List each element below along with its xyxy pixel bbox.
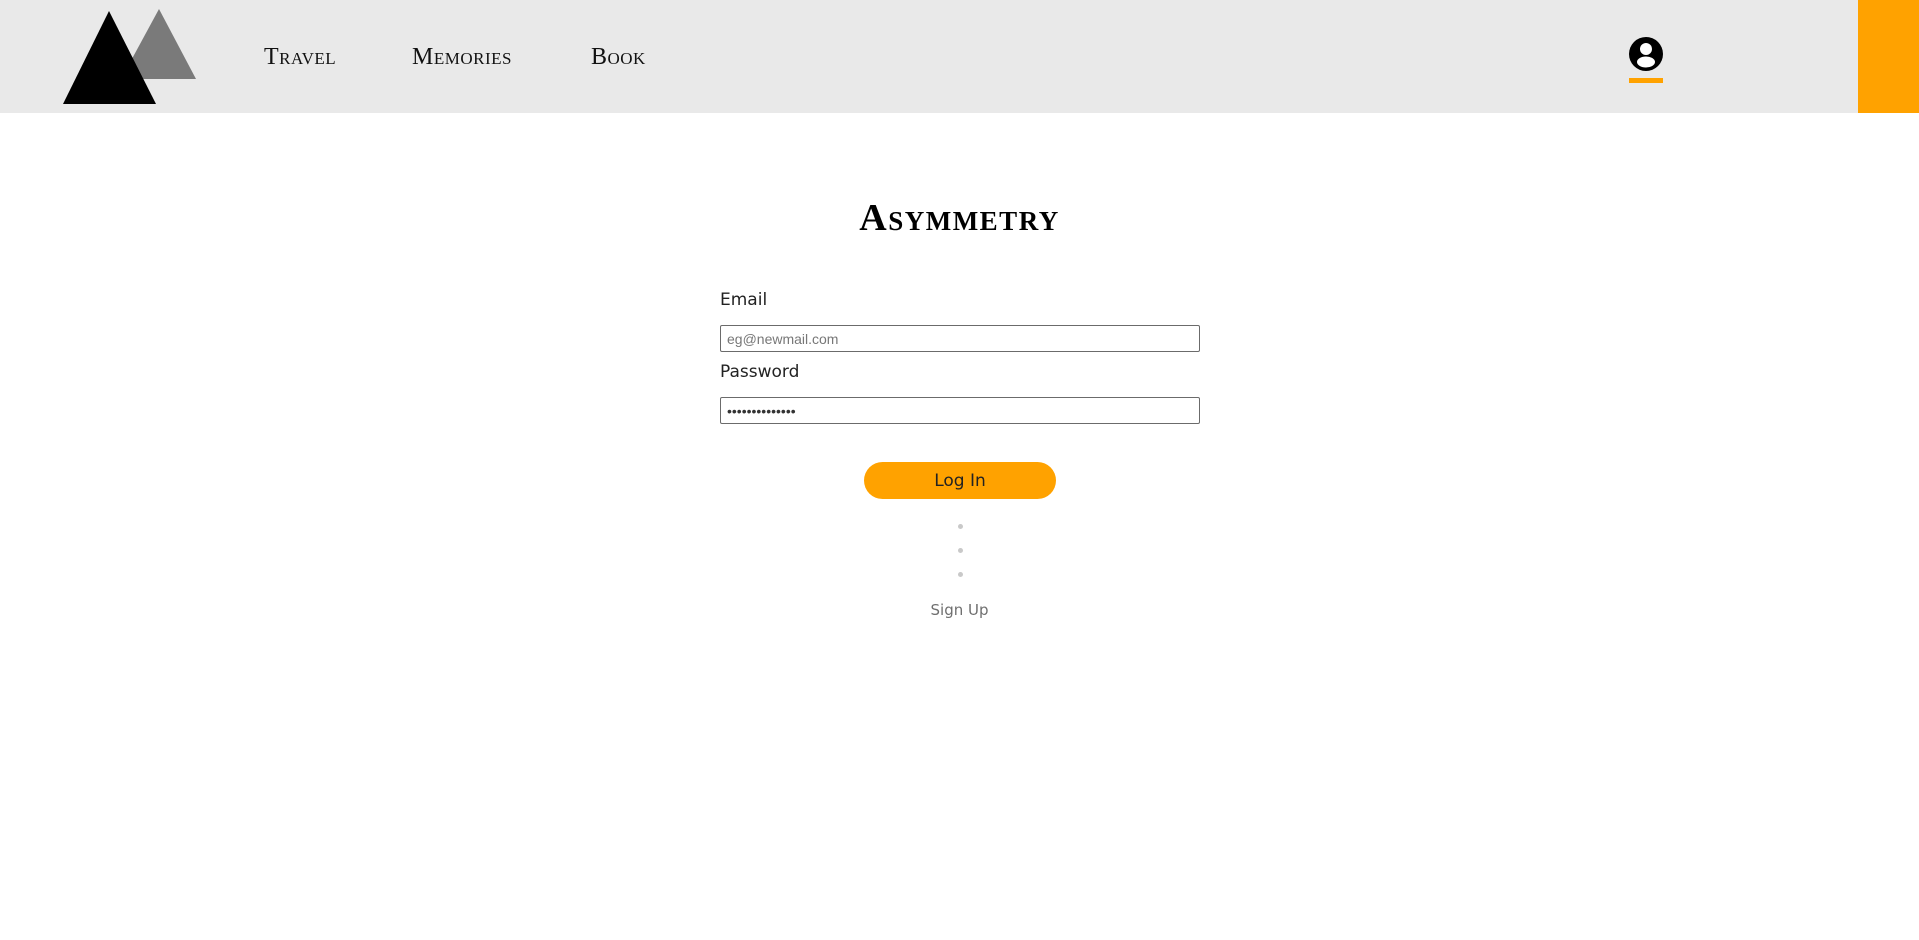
- separator-dot: [958, 572, 963, 577]
- nav-travel[interactable]: Travel: [264, 44, 336, 71]
- triangles-logo-icon[interactable]: [63, 9, 198, 104]
- user-account-icon: [1629, 37, 1663, 71]
- account-active-indicator: [1629, 78, 1663, 83]
- password-field[interactable]: [720, 397, 1200, 424]
- separator-dot: [958, 524, 963, 529]
- separator-dot: [958, 548, 963, 553]
- email-field[interactable]: [720, 325, 1200, 352]
- nav-memories[interactable]: Memories: [412, 44, 512, 71]
- nav-book[interactable]: Book: [591, 44, 646, 71]
- page-title: Asymmetry: [859, 197, 1060, 239]
- account-button[interactable]: [1628, 36, 1664, 86]
- login-button[interactable]: Log In: [864, 462, 1056, 499]
- accent-block: [1858, 0, 1919, 113]
- email-label: Email: [720, 290, 768, 310]
- signup-link[interactable]: Sign Up: [931, 601, 989, 619]
- site-header: Travel Memories Book: [0, 0, 1919, 113]
- signup-row: Sign Up: [0, 601, 1919, 619]
- password-label: Password: [720, 362, 800, 382]
